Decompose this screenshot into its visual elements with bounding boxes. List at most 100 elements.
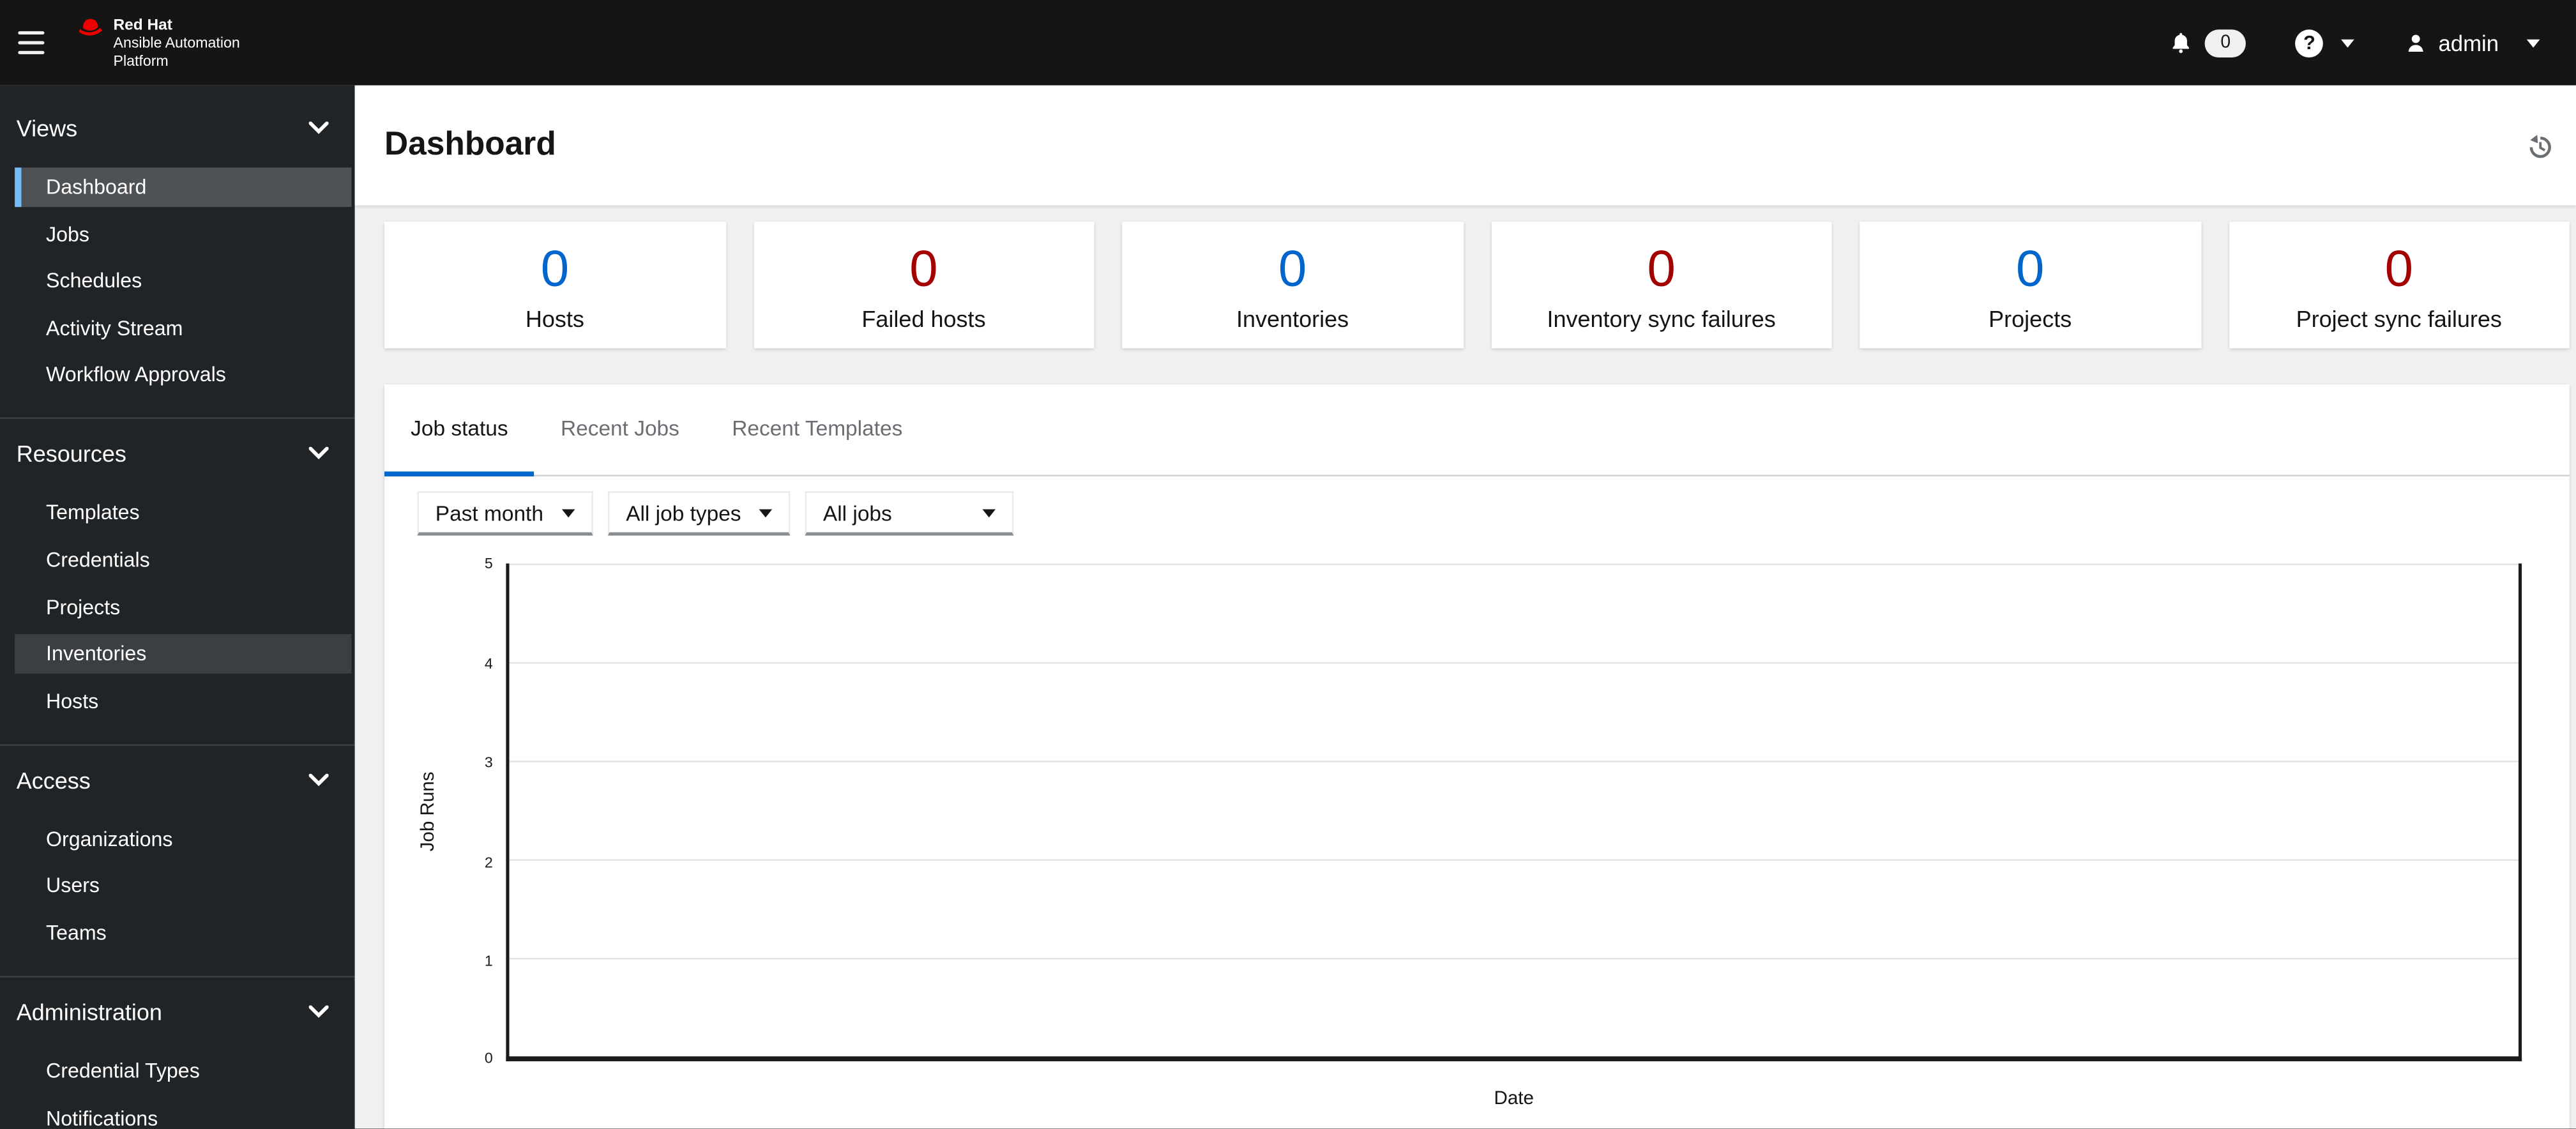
- stat-label: Inventories: [1236, 305, 1349, 331]
- sidebar-item-teams[interactable]: Teams: [15, 913, 351, 953]
- chart-plot-area: [506, 563, 2522, 1061]
- dashboard-content: 0 Hosts 0 Failed hosts 0 Inventories 0 I…: [355, 206, 2576, 1129]
- user-menu-button[interactable]: admin: [2404, 31, 2540, 55]
- nav-group-header-views[interactable]: Views: [17, 115, 329, 141]
- job-runs-chart: 5 4 3 2 1 0 Job Runs Date: [384, 556, 2570, 1128]
- stat-card-inventory-sync-failures: 0 Inventory sync failures: [1490, 222, 1832, 349]
- stat-card-inventories: 0 Inventories: [1122, 222, 1463, 349]
- sidebar-item-users[interactable]: Users: [15, 867, 351, 906]
- gridline: [509, 957, 2519, 960]
- job-type-select[interactable]: All job types: [607, 491, 791, 536]
- sidebar-nav: Views Dashboard Jobs Schedules Activity …: [0, 85, 355, 1129]
- nav-group-resources: Resources Templates Credentials Projects…: [0, 418, 355, 720]
- nav-group-header-resources[interactable]: Resources: [17, 441, 329, 467]
- y-axis-tick: 5: [484, 555, 493, 572]
- y-axis-tick: 4: [484, 655, 493, 672]
- brand-line3: Platform: [113, 52, 169, 68]
- stat-value-link[interactable]: 0: [1278, 242, 1307, 293]
- nav-group-views: Views Dashboard Jobs Schedules Activity …: [0, 115, 355, 395]
- y-axis-tick: 1: [484, 953, 493, 969]
- period-select[interactable]: Past month: [417, 491, 593, 536]
- sidebar-item-hosts[interactable]: Hosts: [15, 681, 351, 721]
- stat-label: Projects: [1989, 305, 2072, 331]
- history-icon: [2529, 133, 2551, 157]
- nav-toggle-hamburger-icon[interactable]: [18, 30, 45, 56]
- nav-group-administration: Administration Credential Types Notifica…: [0, 976, 355, 1128]
- sidebar-item-inventories[interactable]: Inventories: [15, 634, 352, 674]
- tab-job-status[interactable]: Job status: [384, 384, 534, 477]
- stat-value-link[interactable]: 0: [2016, 242, 2044, 293]
- caret-down-icon: [982, 508, 996, 517]
- brand-text: Red Hat Ansible Automation Platform: [114, 17, 240, 69]
- nav-group-label: Views: [16, 115, 78, 142]
- history-button[interactable]: [2527, 132, 2553, 158]
- chart-filters: Past month All job types All jobs: [417, 491, 2569, 536]
- nav-group-header-access[interactable]: Access: [17, 767, 329, 793]
- masthead-toolbar: 0 ? admin: [2169, 29, 2576, 57]
- brand-line1: Red Hat: [113, 16, 172, 35]
- tabs-bar: Job status Recent Jobs Recent Templates: [384, 384, 2570, 477]
- brand-line2: Ansible Automation: [113, 34, 240, 51]
- stat-label: Hosts: [525, 305, 584, 331]
- period-select-value: Past month: [435, 500, 543, 525]
- tab-recent-templates[interactable]: Recent Templates: [706, 384, 928, 476]
- nav-group-access: Access Organizations Users Teams: [0, 743, 355, 953]
- nav-group-header-administration[interactable]: Administration: [17, 999, 329, 1025]
- chevron-down-icon: [308, 1005, 329, 1018]
- stat-label: Inventory sync failures: [1547, 305, 1776, 331]
- redhat-fedora-icon: [79, 19, 103, 36]
- sidebar-item-jobs[interactable]: Jobs: [15, 215, 351, 254]
- stat-card-hosts: 0 Hosts: [384, 222, 725, 349]
- chevron-down-icon: [308, 773, 329, 786]
- stat-card-failed-hosts: 0 Failed hosts: [753, 222, 1095, 349]
- gridline: [509, 563, 2519, 566]
- chevron-down-icon: [308, 447, 329, 460]
- stat-value-link[interactable]: 0: [909, 242, 937, 293]
- stat-label: Failed hosts: [861, 305, 986, 331]
- job-type-select-value: All job types: [626, 500, 741, 525]
- help-menu-button[interactable]: ?: [2295, 29, 2355, 57]
- sidebar-item-projects[interactable]: Projects: [15, 587, 351, 627]
- nav-group-label: Access: [16, 766, 91, 793]
- stat-card-projects: 0 Projects: [1860, 222, 2201, 349]
- y-axis-label: Job Runs: [419, 771, 439, 852]
- x-axis-label: Date: [1494, 1089, 1534, 1109]
- help-question-icon: ?: [2295, 29, 2324, 57]
- caret-down-icon: [561, 508, 575, 517]
- sidebar-item-activity-stream[interactable]: Activity Stream: [15, 308, 351, 348]
- tab-recent-jobs[interactable]: Recent Jobs: [534, 384, 706, 476]
- chevron-down-icon: [2341, 38, 2355, 47]
- stat-value-link[interactable]: 0: [2385, 242, 2413, 293]
- stat-label: Project sync failures: [2296, 305, 2502, 331]
- chevron-down-icon: [308, 121, 329, 134]
- stat-value-link[interactable]: 0: [541, 242, 569, 293]
- notification-count-badge: 0: [2205, 29, 2246, 57]
- stat-value-link[interactable]: 0: [1647, 242, 1675, 293]
- user-icon: [2409, 34, 2424, 51]
- sidebar-item-credential-types[interactable]: Credential Types: [15, 1051, 351, 1091]
- gridline: [509, 859, 2519, 861]
- y-axis-tick: 0: [484, 1049, 493, 1066]
- redhat-brand: Red Hat Ansible Automation Platform: [77, 17, 240, 69]
- nav-group-label: Resources: [16, 441, 126, 467]
- sidebar-item-dashboard[interactable]: Dashboard: [15, 167, 352, 208]
- job-filter-select-value: All jobs: [822, 500, 892, 525]
- gridline: [509, 761, 2519, 762]
- sidebar-item-schedules[interactable]: Schedules: [15, 262, 351, 301]
- chevron-down-icon: [2526, 38, 2540, 47]
- sidebar-item-workflow-approvals[interactable]: Workflow Approvals: [15, 356, 351, 395]
- job-status-panel: Job status Recent Jobs Recent Templates …: [384, 384, 2570, 1129]
- stat-cards-row: 0 Hosts 0 Failed hosts 0 Inventories 0 I…: [384, 222, 2570, 349]
- gridline: [509, 662, 2519, 664]
- main-area: Dashboard 0 Hosts 0 Failed hosts 0 Inven…: [354, 85, 2576, 1129]
- notifications-bell-icon[interactable]: [2169, 29, 2194, 56]
- job-filter-select[interactable]: All jobs: [805, 491, 1014, 536]
- caret-down-icon: [759, 508, 773, 517]
- sidebar-item-organizations[interactable]: Organizations: [15, 819, 351, 859]
- page-header: Dashboard: [354, 85, 2576, 206]
- sidebar-item-credentials[interactable]: Credentials: [15, 540, 351, 580]
- app-root: Red Hat Ansible Automation Platform 0 ? …: [0, 0, 2576, 1129]
- sidebar-item-templates[interactable]: Templates: [15, 494, 351, 533]
- y-axis-tick: 2: [484, 854, 493, 871]
- sidebar-item-notifications[interactable]: Notifications: [15, 1098, 351, 1129]
